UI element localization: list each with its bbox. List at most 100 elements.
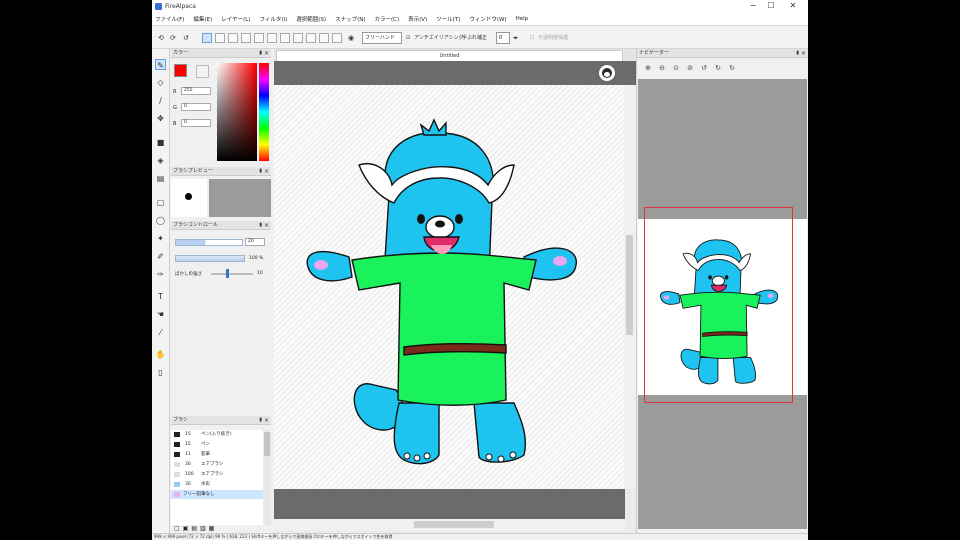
snap-cross-icon[interactable] (280, 33, 290, 43)
move-tool-icon[interactable]: ✥ (155, 113, 166, 124)
select-tool-icon[interactable]: ▢ (155, 197, 166, 208)
brush-size-slider[interactable] (175, 239, 243, 246)
document-tab[interactable]: Untitled (276, 50, 623, 61)
brush-mode-2-icon[interactable] (215, 33, 225, 43)
antialias-checkbox[interactable]: ☑ (406, 33, 410, 43)
menu-view[interactable]: 表示(V) (408, 15, 427, 23)
blur-slider-thumb[interactable] (226, 269, 229, 278)
menu-select[interactable]: 選択範囲(S) (296, 15, 326, 23)
close-icon[interactable]: × (264, 221, 269, 230)
brush-mode-3-icon[interactable] (228, 33, 238, 43)
brush-tool-icon[interactable]: ✎ (155, 59, 166, 70)
zoom-in-icon[interactable]: ⊕ (643, 63, 653, 73)
brush-list-scrollbar[interactable] (263, 430, 271, 525)
snap-curve-icon[interactable] (332, 33, 342, 43)
menu-file[interactable]: ファイル(F) (155, 15, 184, 23)
canvas[interactable] (274, 85, 625, 489)
dropper-tool-icon[interactable]: ⁄ (155, 327, 166, 338)
brush-opacity-slider[interactable] (175, 255, 245, 262)
text-tool-icon[interactable]: T (155, 291, 166, 302)
brush-item[interactable]: 100 エアブラシ (171, 470, 271, 479)
pin-icon[interactable]: ▮ (796, 49, 799, 58)
zoom-actual-icon[interactable]: ⊘ (685, 63, 695, 73)
close-icon[interactable]: × (801, 49, 806, 58)
brush-item[interactable]: フリー鉛筆なし (171, 490, 271, 499)
right-eye (455, 214, 463, 224)
menu-layer[interactable]: レイヤー(L) (221, 15, 250, 23)
hand-scroll-tool-icon[interactable]: ✋ (155, 349, 166, 360)
select-pen-tool-icon[interactable]: ✐ (155, 251, 166, 262)
brush-control-panel: ブラシコントロール ▮ × 20 100 % ぼかしの強さ 10 (171, 221, 271, 285)
transparency-protect-checkbox[interactable]: ☐ (530, 33, 534, 43)
r-input[interactable]: 255 (181, 87, 211, 95)
close-button[interactable]: ✕ (782, 0, 804, 12)
brush-item[interactable]: 30 エアブラシ (171, 460, 271, 469)
blur-slider-track[interactable] (211, 273, 253, 275)
rotate-reset-icon[interactable]: ↺ (183, 33, 189, 43)
menu-edit[interactable]: 編集(E) (193, 15, 212, 23)
brush-item[interactable]: 15 ペン (171, 440, 271, 449)
snap-settings-icon[interactable]: ◉ (348, 33, 354, 43)
vertical-scroll-thumb[interactable] (626, 235, 633, 335)
menu-help[interactable]: Help (516, 16, 529, 22)
saturation-value-picker[interactable] (217, 63, 257, 161)
brush-size-input[interactable]: 20 (245, 238, 265, 246)
rotate-right-icon[interactable]: ⟳ (170, 33, 176, 43)
bucket-tool-icon[interactable]: ◈ (155, 155, 166, 166)
menu-window[interactable]: ウィンドウ(W) (469, 15, 506, 23)
correction-dropdown[interactable]: 0 (496, 32, 510, 44)
hand-tool-icon[interactable]: ☚ (155, 309, 166, 320)
pin-icon[interactable]: ▮ (259, 167, 262, 176)
primary-color-swatch[interactable] (174, 64, 187, 77)
maximize-button[interactable]: ☐ (760, 0, 782, 12)
lasso-tool-icon[interactable]: ◯ (155, 215, 166, 226)
snap-circle-icon[interactable] (319, 33, 329, 43)
gradient-tool-icon[interactable]: ▤ (155, 173, 166, 184)
menu-tool[interactable]: ツール(T) (436, 15, 460, 23)
rotate-right-icon[interactable]: ↻ (713, 63, 723, 73)
correction-stepper-icon[interactable]: ◂▸ (513, 33, 518, 43)
brush-swatch (174, 492, 180, 497)
eraser-tool-icon[interactable]: ◇ (155, 77, 166, 88)
brush-item[interactable]: 11 鉛筆 (171, 450, 271, 459)
blur-label: ぼかしの強さ (175, 272, 202, 277)
zoom-fit-icon[interactable]: ⊙ (671, 63, 681, 73)
close-icon[interactable]: × (264, 49, 269, 58)
secondary-color-swatch[interactable] (196, 65, 209, 78)
menu-snap[interactable]: スナップ(N) (335, 15, 365, 23)
magic-wand-tool-icon[interactable]: ✦ (155, 233, 166, 244)
zoom-out-icon[interactable]: ⊖ (657, 63, 667, 73)
brush-mode-4-icon[interactable] (241, 33, 251, 43)
brush-item[interactable]: 30 水彩 (171, 480, 271, 489)
pin-icon[interactable]: ▮ (259, 49, 262, 58)
brush-mode-icon[interactable] (202, 33, 212, 43)
horizontal-scroll-thumb[interactable] (414, 521, 494, 528)
fill-tool-icon[interactable]: ■ (155, 137, 166, 148)
rotate-left-icon[interactable]: ↺ (699, 63, 709, 73)
dot-pen-tool-icon[interactable]: ∕ (155, 95, 166, 106)
navigator-viewport-rect[interactable] (644, 207, 793, 403)
g-input[interactable]: 0 (181, 103, 211, 111)
zoom-tool-icon[interactable]: ▯ (155, 367, 166, 378)
select-eraser-tool-icon[interactable]: ✑ (155, 269, 166, 280)
snap-vanish-icon[interactable] (293, 33, 303, 43)
close-icon[interactable]: × (264, 167, 269, 176)
rotate-left-icon[interactable]: ⟲ (158, 33, 164, 43)
snap-radial-icon[interactable] (306, 33, 316, 43)
brush-list-actions[interactable]: ▢▣▤▥▦ (174, 525, 217, 532)
hue-slider[interactable] (259, 63, 269, 161)
canvas-vertical-scrollbar[interactable] (624, 85, 636, 489)
pin-icon[interactable]: ▮ (259, 416, 262, 425)
navigator-view[interactable] (638, 79, 807, 529)
draw-mode-dropdown[interactable]: フリーハンド (362, 32, 402, 44)
snap-off-icon[interactable] (254, 33, 264, 43)
close-icon[interactable]: × (264, 416, 269, 425)
menu-color[interactable]: カラー(C) (374, 15, 399, 23)
pin-icon[interactable]: ▮ (259, 221, 262, 230)
menu-filter[interactable]: フィルタ(I) (259, 15, 287, 23)
brush-item[interactable]: 15 ペン(入り抜き) (171, 430, 271, 439)
b-input[interactable]: 0 (181, 119, 211, 127)
rotate-reset-icon[interactable]: ↻ (727, 63, 737, 73)
snap-parallel-icon[interactable] (267, 33, 277, 43)
canvas-horizontal-scrollbar[interactable] (274, 519, 625, 531)
